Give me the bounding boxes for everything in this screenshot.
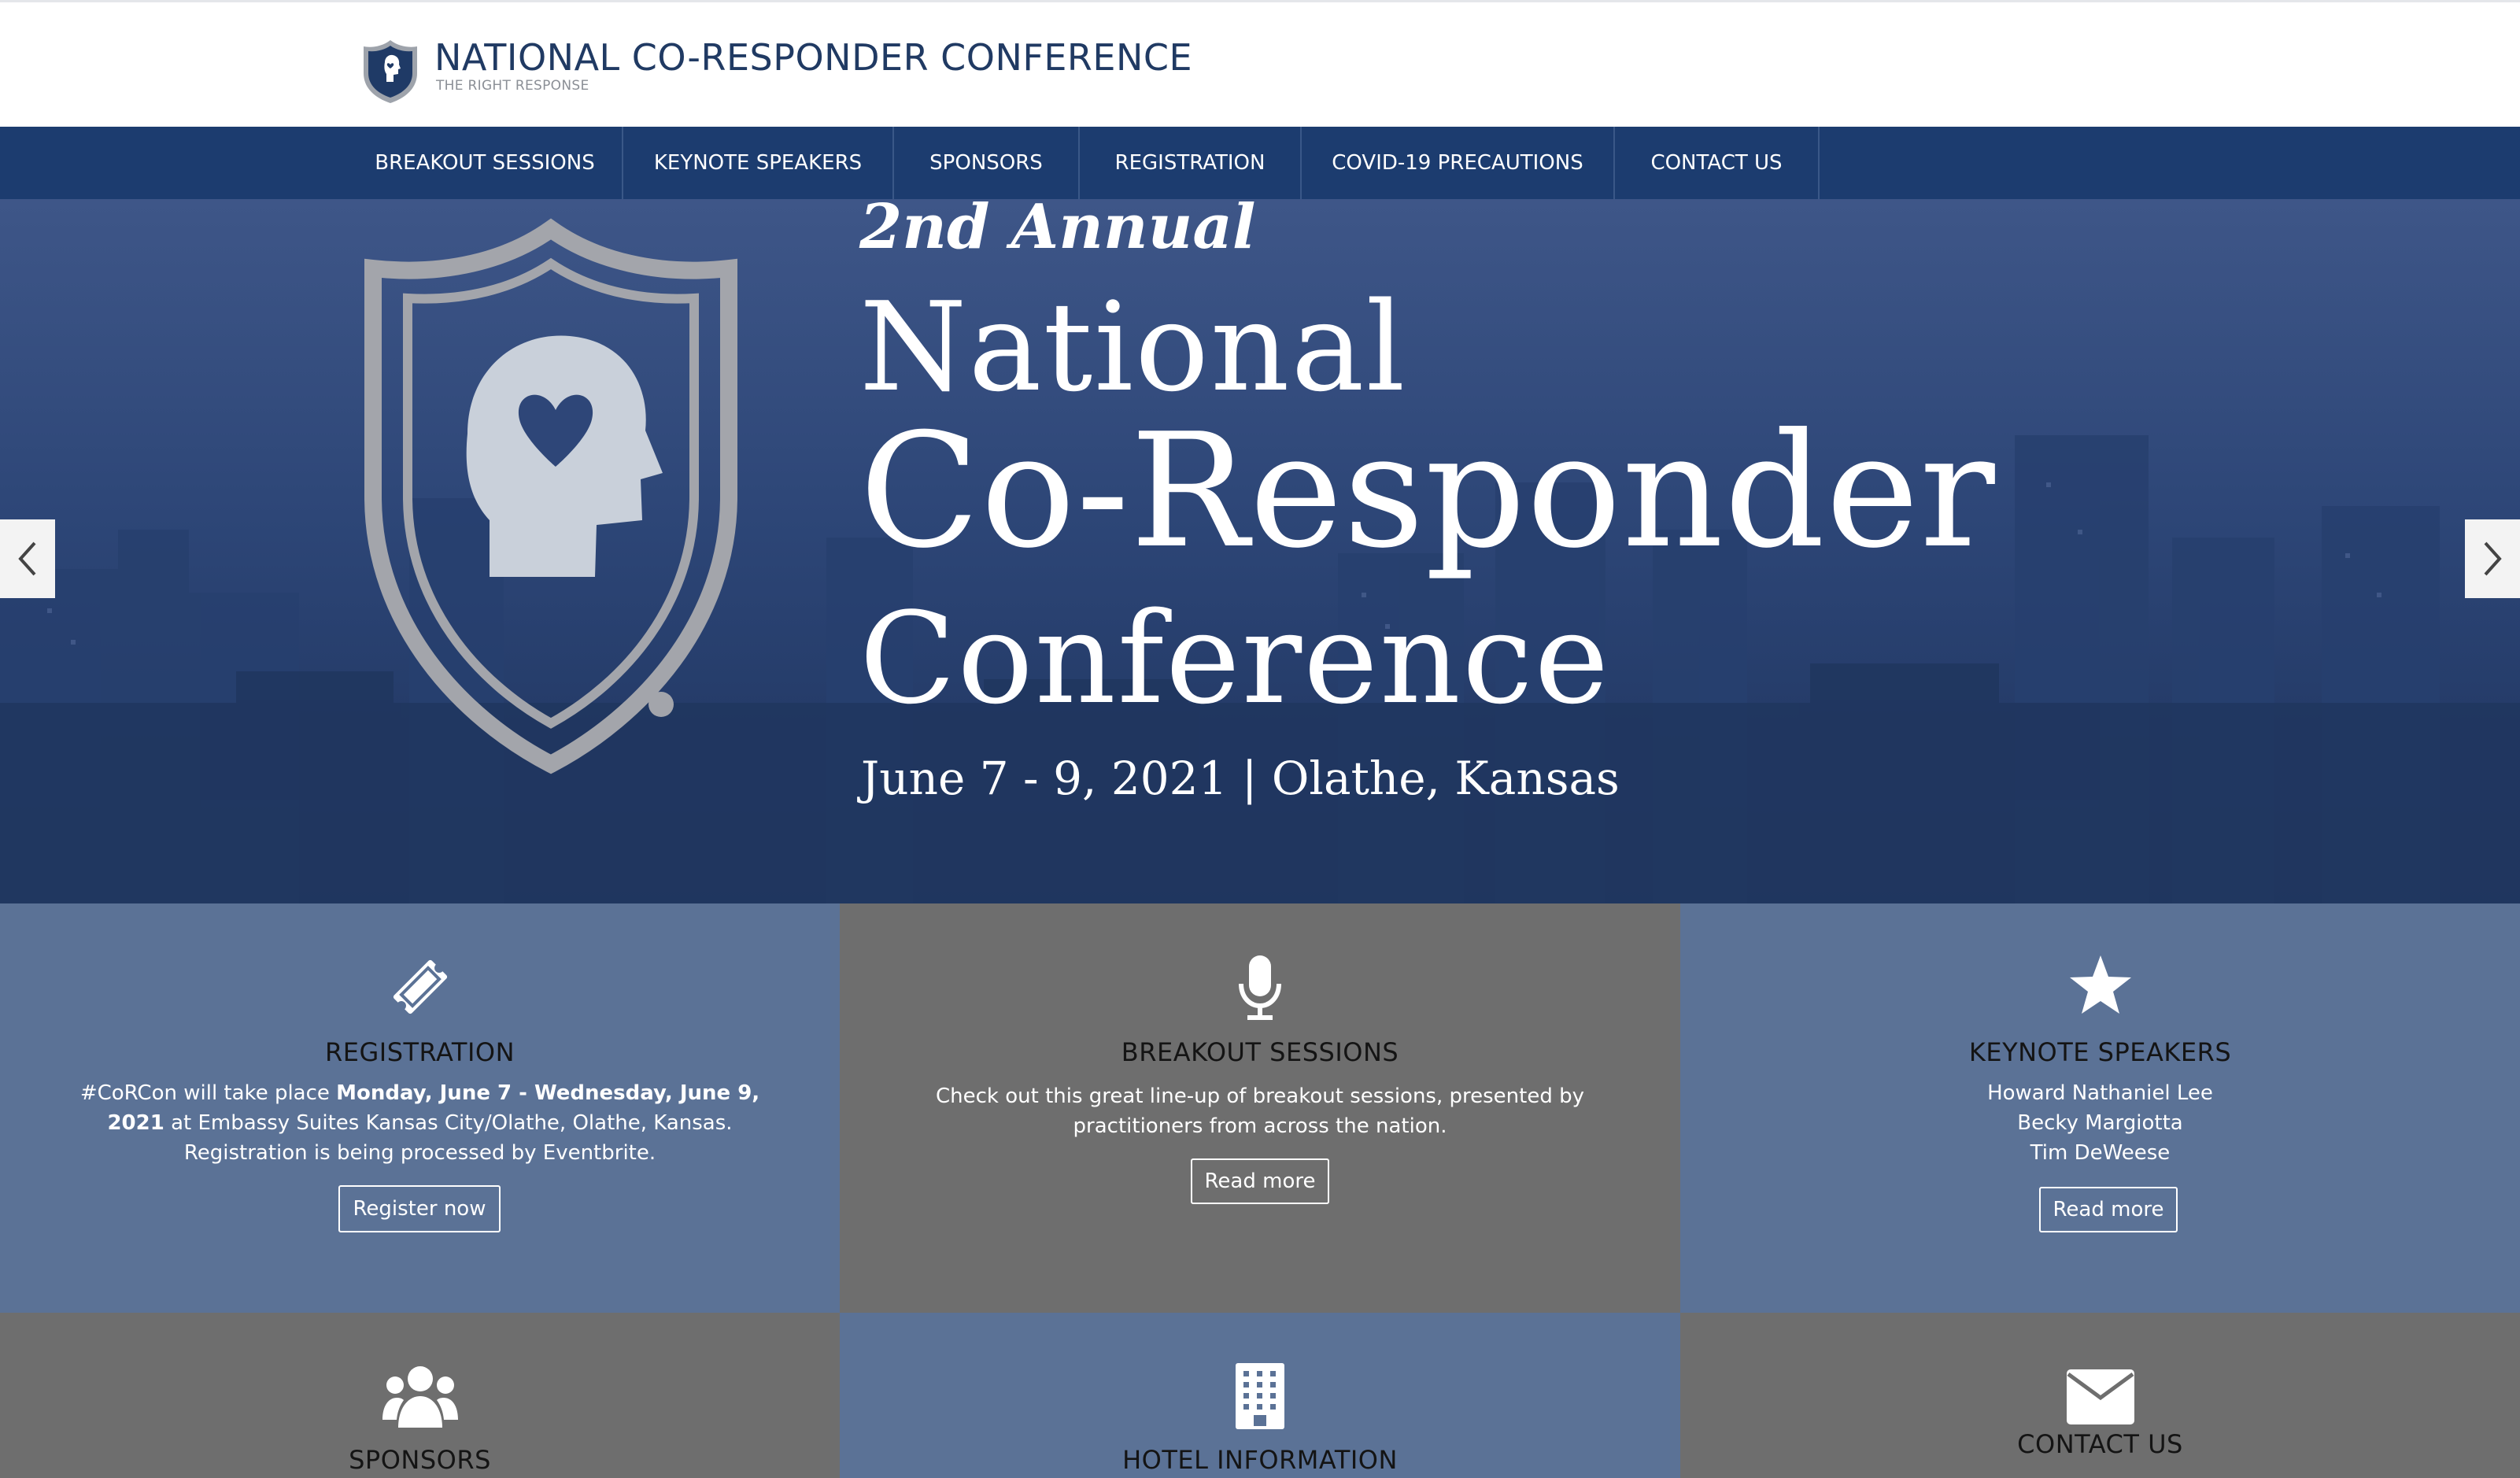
sponsors-title: SPONSORS	[349, 1445, 491, 1475]
envelope-icon	[2066, 1369, 2134, 1424]
contact-us-tile: CONTACT US	[1680, 1313, 2520, 1478]
breakout-read-more-button[interactable]: Read more	[1191, 1158, 1329, 1204]
nav-item-contact-us[interactable]: CONTACT US	[1615, 127, 1820, 199]
users-icon	[382, 1366, 458, 1428]
ticket-icon	[393, 959, 447, 1014]
nav-item-covid-precautions[interactable]: COVID-19 PRECAUTIONS	[1302, 127, 1615, 199]
hero-title-line2: Co-Responder	[859, 400, 1996, 583]
registration-text: #CoRCon will take place Monday, June 7 -…	[79, 1081, 760, 1165]
nav-item-registration[interactable]: REGISTRATION	[1080, 127, 1302, 199]
hero-annual: 2nd Annual	[859, 199, 1256, 263]
hero-carousel: 2nd Annual National Co-Responder Confere…	[0, 199, 2520, 903]
nav-item-breakout-sessions[interactable]: BREAKOUT SESSIONS	[348, 127, 623, 199]
breakout-sessions-tile: BREAKOUT SESSIONS Check out this great l…	[840, 903, 1680, 1313]
nav-item-sponsors[interactable]: SPONSORS	[894, 127, 1080, 199]
registration-tile: REGISTRATION #CoRCon will take place Mon…	[0, 903, 840, 1313]
hero-title-line3: Conference	[859, 585, 1611, 732]
shield-logo-icon[interactable]	[360, 39, 420, 105]
site-header: NATIONAL CO-RESPONDER CONFERENCE THE RIG…	[0, 2, 2520, 127]
sponsors-tile: SPONSORS	[0, 1313, 840, 1478]
star-icon	[2069, 955, 2131, 1014]
breakout-sessions-text: Check out this great line-up of breakout…	[935, 1084, 1584, 1138]
keynote-speakers-title: KEYNOTE SPEAKERS	[1968, 1037, 2232, 1067]
keynote-speakers-tile: KEYNOTE SPEAKERS Howard Nathaniel Lee Be…	[1680, 903, 2520, 1313]
registration-title: REGISTRATION	[325, 1037, 515, 1067]
carousel-next-button[interactable]	[2465, 519, 2520, 598]
chevron-left-icon	[18, 541, 36, 576]
breakout-sessions-title: BREAKOUT SESSIONS	[1121, 1037, 1399, 1067]
building-icon	[1236, 1363, 1284, 1429]
nav-item-keynote-speakers[interactable]: KEYNOTE SPEAKERS	[623, 127, 894, 199]
speaker-name: Tim DeWeese	[2030, 1141, 2171, 1165]
hotel-information-tile: HOTEL INFORMATION	[840, 1313, 1680, 1478]
keynote-speaker-list: Howard Nathaniel Lee Becky Margiotta Tim…	[1680, 1078, 2520, 1168]
chevron-right-icon	[2484, 541, 2502, 576]
carousel-prev-button[interactable]	[0, 519, 55, 598]
hero-date-location: June 7 - 9, 2021 | Olathe, Kansas	[861, 752, 1620, 805]
site-tagline: THE RIGHT RESPONSE	[436, 78, 589, 94]
microphone-icon	[1239, 955, 1281, 1020]
speaker-name: Howard Nathaniel Lee	[1987, 1081, 2213, 1105]
main-nav: BREAKOUT SESSIONS KEYNOTE SPEAKERS SPONS…	[0, 127, 2520, 199]
register-now-button[interactable]: Register now	[338, 1185, 501, 1232]
speaker-name: Becky Margiotta	[2017, 1111, 2183, 1135]
conference-shield-emblem	[364, 218, 737, 774]
hotel-information-title: HOTEL INFORMATION	[1122, 1445, 1398, 1475]
keynote-read-more-button[interactable]: Read more	[2039, 1187, 2178, 1232]
site-title[interactable]: NATIONAL CO-RESPONDER CONFERENCE	[434, 35, 1192, 79]
contact-us-title: CONTACT US	[2017, 1429, 2183, 1459]
